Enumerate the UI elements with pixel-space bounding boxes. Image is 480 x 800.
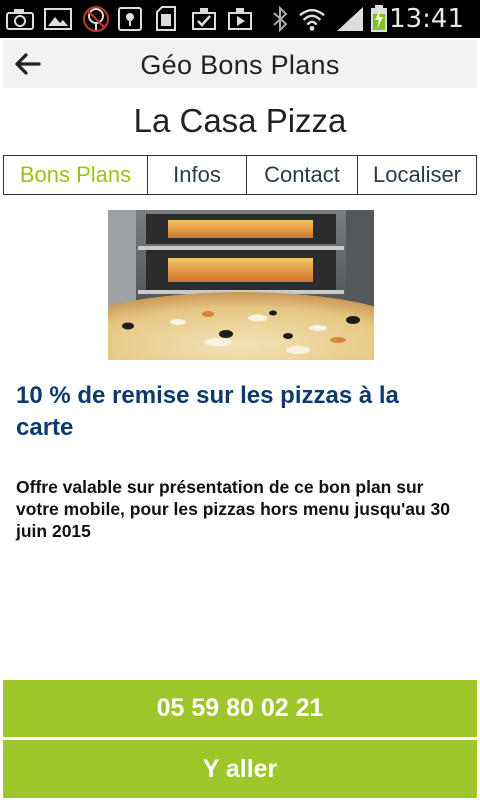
maps-icon	[116, 6, 144, 32]
offer-title: 10 % de remise sur les pizzas à la carte	[16, 382, 399, 441]
tab-localiser[interactable]: Localiser	[358, 156, 476, 194]
no-location-icon	[82, 6, 110, 32]
status-bar: 13:41	[0, 0, 480, 38]
go-button[interactable]: Y aller	[3, 740, 477, 798]
tab-bons-plans[interactable]: Bons Plans	[4, 156, 148, 194]
sd-card-icon	[152, 6, 180, 32]
bluetooth-icon	[266, 6, 294, 32]
tab-infos[interactable]: Infos	[148, 156, 247, 194]
play-store-icon	[226, 6, 254, 32]
app-title: Géo Bons Plans	[140, 50, 340, 80]
signal-icon	[334, 6, 366, 32]
offer-image	[108, 210, 374, 360]
tab-contact[interactable]: Contact	[247, 156, 358, 194]
gallery-icon	[44, 6, 72, 32]
call-button[interactable]: 05 59 80 02 21	[3, 680, 477, 737]
app-bar: Géo Bons Plans	[3, 40, 477, 88]
tab-bar: Bons Plans Infos Contact Localiser	[3, 155, 477, 195]
page-title: La Casa Pizza	[133, 102, 347, 139]
wifi-icon	[298, 6, 326, 32]
offer-description: Offre valable sur présentation de ce bon…	[16, 477, 450, 541]
battery-charging-icon	[368, 5, 390, 32]
download-done-icon	[190, 6, 218, 32]
screenshot-icon	[6, 6, 34, 32]
status-time: 13:41	[389, 4, 464, 34]
